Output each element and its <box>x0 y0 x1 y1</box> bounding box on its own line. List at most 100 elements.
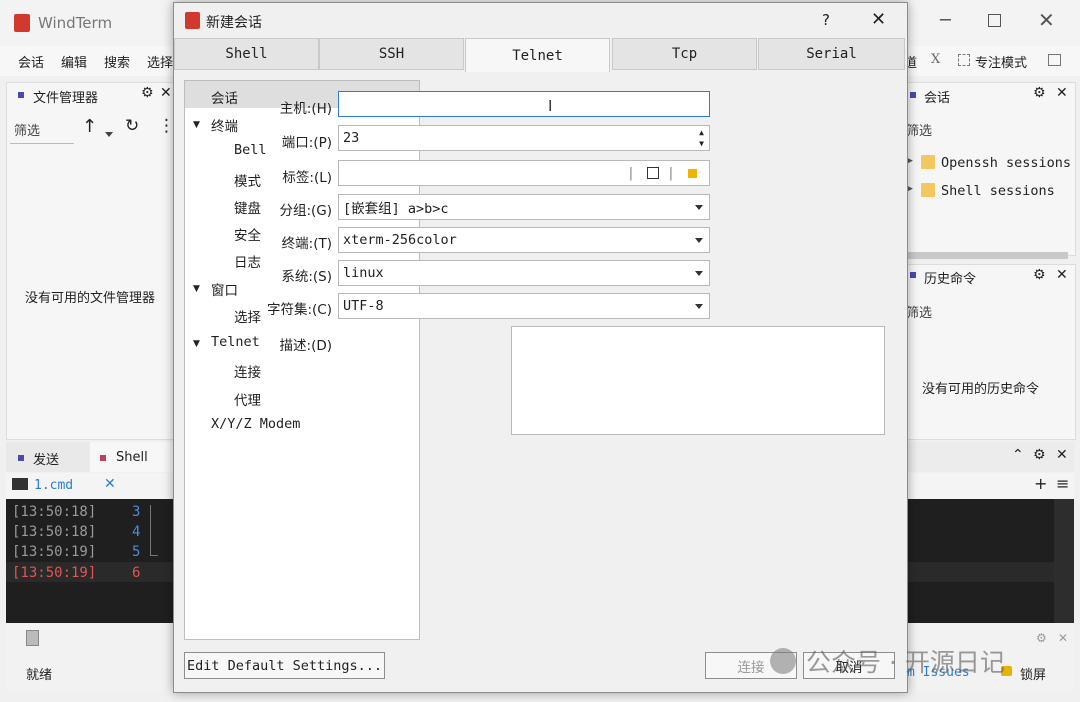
layout-icon[interactable] <box>1048 54 1061 66</box>
dialog-title: 新建会话 <box>206 15 262 31</box>
terminal-type-label: 终端:(T) <box>281 236 332 252</box>
tree-item-session[interactable]: 会话 <box>211 87 238 107</box>
description-label: 描述:(D) <box>279 338 332 354</box>
tab-telnet[interactable]: Telnet <box>465 38 610 72</box>
windterm-logo-icon <box>14 14 30 32</box>
shell-icon <box>100 455 106 461</box>
gear-icon[interactable]: ⚙ <box>1033 447 1046 463</box>
spin-down-icon[interactable]: ▼ <box>699 139 704 148</box>
tree-toggle-icon[interactable]: ▼ <box>193 284 200 294</box>
focus-mode-button[interactable]: 专注模式 <box>975 52 1027 71</box>
chevron-down-icon <box>695 238 703 243</box>
file-manager-empty: 没有可用的文件管理器 <box>25 291 156 306</box>
fold-guide <box>150 505 151 555</box>
terminal-time-alert: [13:50:19] <box>12 565 97 581</box>
refresh-icon[interactable]: ↻ <box>125 116 139 136</box>
help-button[interactable]: ? <box>822 11 830 29</box>
gear-icon[interactable]: ⚙ <box>1033 85 1046 101</box>
menu-icon[interactable]: ≡ <box>1056 474 1069 493</box>
tree-item-terminal[interactable]: 终端 <box>211 115 238 135</box>
add-tab-icon[interactable]: + <box>1034 474 1047 493</box>
chevron-down-icon <box>695 304 703 309</box>
tab-send[interactable]: 发送 <box>33 449 59 468</box>
terminal-tabstrip <box>6 473 174 499</box>
tree-item-xyz-modem[interactable]: X/Y/Z Modem <box>211 416 300 432</box>
history-panel-title: 历史命令 <box>924 272 977 287</box>
dialog-close-icon[interactable]: ✕ <box>871 9 886 30</box>
gear-icon[interactable]: ⚙ <box>1033 267 1046 283</box>
session-filter-label[interactable]: 筛选 <box>906 120 932 139</box>
terminal-time: [13:50:18] <box>12 504 97 520</box>
toolbar-item-2[interactable]: X <box>931 52 940 67</box>
session-group-shell[interactable]: Shell sessions <box>941 183 1055 199</box>
collapse-up-icon[interactable]: ⌃ <box>1012 447 1024 463</box>
close-tab-icon[interactable]: ✕ <box>104 476 116 492</box>
tree-toggle-icon[interactable]: ▼ <box>193 120 200 130</box>
tag-color-icon[interactable] <box>688 169 697 178</box>
spin-up-icon[interactable]: ▲ <box>699 128 704 137</box>
gear-icon[interactable]: ⚙ <box>141 85 154 101</box>
status-ready: 就绪 <box>26 668 53 683</box>
tab-ssh[interactable]: SSH <box>319 38 464 70</box>
chevron-down-icon <box>695 205 703 210</box>
tree-item-proxy[interactable]: 代理 <box>234 389 261 409</box>
tab-tcp[interactable]: Tcp <box>612 38 757 70</box>
file-filter-label[interactable]: 筛选 <box>14 120 40 139</box>
up-arrow-icon[interactable]: ↑ <box>82 116 97 137</box>
terminal-tab-name[interactable]: 1.cmd <box>34 478 73 493</box>
session-group-openssh[interactable]: Openssh sessions <box>941 155 1071 171</box>
group-select[interactable]: [嵌套组] a>b>c <box>338 194 710 220</box>
close-icon[interactable]: ✕ <box>1056 447 1068 463</box>
menu-session[interactable]: 会话 <box>18 52 44 71</box>
gear-icon[interactable]: ⚙ <box>1036 631 1047 645</box>
chevron-down-icon[interactable] <box>105 126 113 141</box>
bottom-right-tools <box>906 442 1074 472</box>
charset-select[interactable]: UTF-8 <box>338 293 710 319</box>
close-icon[interactable]: ✕ <box>160 85 172 101</box>
panel-icon <box>910 92 916 98</box>
minimize-icon[interactable]: ─ <box>940 10 951 31</box>
system-select[interactable]: linux <box>338 260 710 286</box>
clear-tag-icon[interactable] <box>647 167 659 179</box>
tree-item-connection[interactable]: 连接 <box>234 361 261 381</box>
file-manager-title: 文件管理器 <box>33 91 99 106</box>
chevron-down-icon <box>695 271 703 276</box>
cmd-icon <box>12 478 28 490</box>
menu-select[interactable]: 选择 <box>147 52 173 71</box>
fold-guide-end <box>150 555 158 556</box>
document-icon <box>26 630 39 646</box>
close-window-icon[interactable]: ✕ <box>1038 8 1055 32</box>
panel-icon <box>18 92 24 98</box>
close-icon[interactable]: ✕ <box>1056 85 1068 101</box>
lock-screen-button[interactable]: 锁屏 <box>1020 664 1046 683</box>
wechat-logo-icon <box>770 648 796 674</box>
tree-item-window[interactable]: 窗口 <box>211 279 238 299</box>
group-label: 分组:(G) <box>279 203 332 219</box>
host-input[interactable] <box>338 91 710 117</box>
tag-input[interactable]: | | <box>338 160 710 186</box>
description-textarea[interactable] <box>511 326 885 435</box>
menu-edit[interactable]: 编辑 <box>61 52 87 71</box>
tab-shell[interactable]: Shell <box>174 38 319 70</box>
scrollbar[interactable] <box>906 252 1068 259</box>
tree-toggle-icon[interactable]: ▼ <box>193 339 200 349</box>
edit-default-settings-button[interactable]: Edit Default Settings... <box>184 652 385 679</box>
close-icon[interactable]: ✕ <box>1058 631 1068 645</box>
send-icon <box>18 455 24 461</box>
history-empty: 没有可用的历史命令 <box>922 382 1040 397</box>
watermark-text: 公众号 · 开源日记 <box>806 648 1005 677</box>
port-label: 端口:(P) <box>281 135 332 151</box>
tree-item-telnet[interactable]: Telnet <box>211 334 260 350</box>
maximize-icon[interactable] <box>988 14 1001 27</box>
tab-serial[interactable]: Serial <box>758 38 905 70</box>
tab-shell[interactable]: Shell <box>116 450 148 465</box>
port-spinbox[interactable]: 23 ▲ ▼ <box>338 125 710 151</box>
history-panel <box>906 264 1076 440</box>
close-icon[interactable]: ✕ <box>1056 267 1068 283</box>
history-filter-label[interactable]: 筛选 <box>906 302 932 321</box>
menu-search[interactable]: 搜索 <box>104 52 130 71</box>
terminal-scrollbar[interactable] <box>1054 499 1074 623</box>
terminal-line-number: 3 <box>132 504 141 520</box>
terminal-type-select[interactable]: xterm-256color <box>338 227 710 253</box>
terminal-area-right[interactable] <box>906 499 1054 623</box>
